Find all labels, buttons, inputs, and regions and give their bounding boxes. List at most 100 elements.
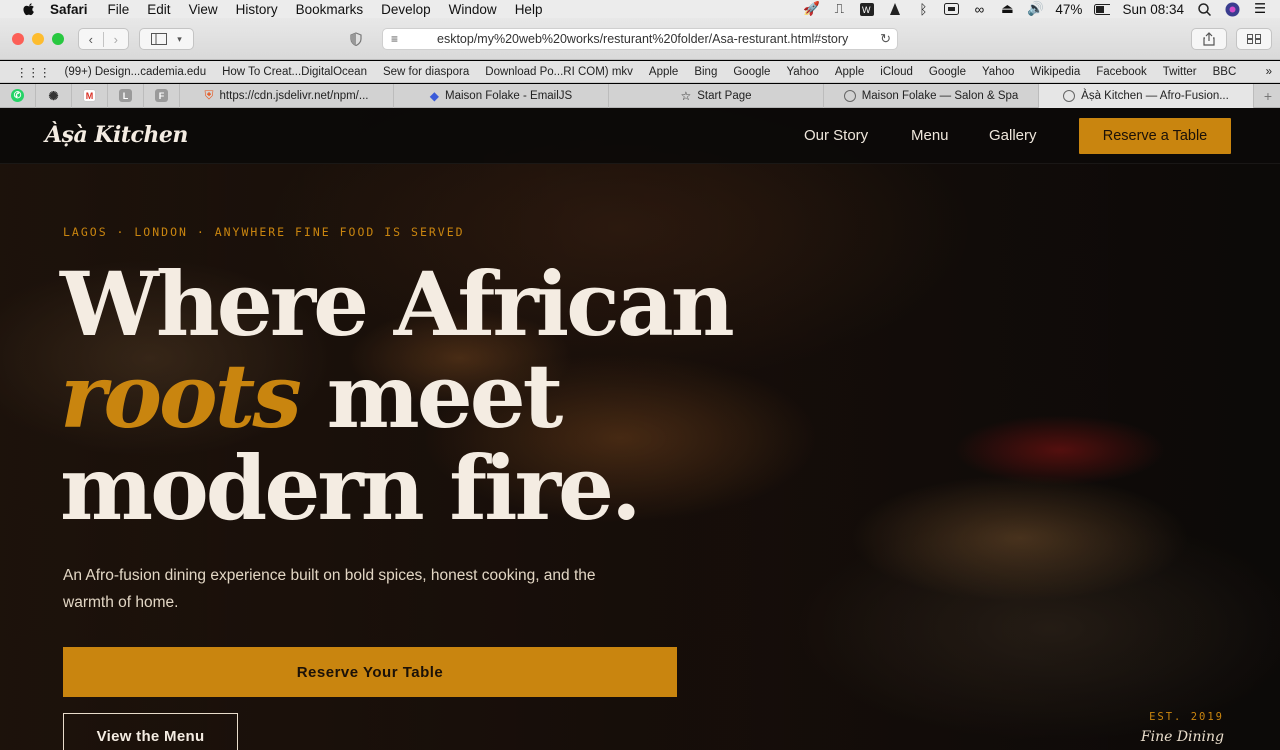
letter-f-icon: F	[155, 89, 168, 102]
rocket-icon[interactable]: 🚀	[803, 1, 820, 16]
menu-window[interactable]: Window	[449, 2, 497, 17]
bookmark-item[interactable]: Apple	[835, 66, 864, 78]
nav-menu[interactable]: Menu	[911, 127, 949, 144]
site-logo[interactable]: Àṣà Kitchen	[45, 122, 188, 148]
close-window-button[interactable]	[12, 33, 24, 45]
brave-shield-icon: ⛨	[204, 88, 214, 102]
established-label: EST. 2019	[1149, 711, 1224, 723]
bookmark-item[interactable]: Apple	[649, 66, 678, 78]
zoom-window-button[interactable]	[52, 33, 64, 45]
pinned-tab-whatsapp[interactable]: ✆	[0, 83, 36, 108]
share-icon	[1203, 32, 1215, 46]
pinned-tab-f[interactable]: F	[144, 83, 180, 108]
bookmark-item[interactable]: Google	[733, 66, 770, 78]
headline-line-2-rest: meet	[298, 344, 564, 448]
hero-subcopy: An Afro-fusion dining experience built o…	[63, 567, 596, 611]
siri-icon[interactable]	[1224, 2, 1240, 16]
creative-cloud-icon[interactable]: ∞	[971, 2, 987, 17]
shield-icon	[350, 32, 362, 46]
macos-menu-bar: Safari File Edit View History Bookmarks …	[0, 0, 1280, 18]
notification-center-icon[interactable]: ☰	[1252, 1, 1268, 16]
svg-text:W: W	[862, 5, 871, 15]
bookmark-item[interactable]: Bing	[694, 66, 717, 78]
nav-our-story[interactable]: Our Story	[804, 127, 868, 144]
bookmark-item[interactable]: Sew for diaspora	[383, 66, 469, 78]
hero-eyebrow: LAGOS · LONDON · ANYWHERE FINE FOOD IS S…	[63, 225, 465, 239]
browser-toolbar: ‹ › ▾ ≡ esktop/my%20web%20works/resturan…	[0, 18, 1280, 60]
tab-label: Àṣà Kitchen — Afro-Fusion...	[1081, 89, 1229, 102]
site-navbar: Àṣà Kitchen Our Story Menu Gallery Reser…	[0, 108, 1280, 164]
bookmark-item[interactable]: Google	[929, 66, 966, 78]
address-bar[interactable]: ≡ esktop/my%20web%20works/resturant%20fo…	[382, 28, 898, 50]
pinned-tab-gmail[interactable]: M	[72, 83, 108, 108]
tab-label: Maison Folake - EmailJS	[445, 89, 573, 102]
usb-icon[interactable]: ⎍	[831, 1, 847, 16]
minimize-window-button[interactable]	[32, 33, 44, 45]
spotlight-search-icon[interactable]	[1196, 2, 1212, 16]
bookmark-item[interactable]: Yahoo	[786, 66, 818, 78]
volume-icon[interactable]: 🔊	[1027, 1, 1044, 16]
keyboard-icon[interactable]	[943, 2, 959, 16]
new-tab-button[interactable]: +	[1256, 84, 1280, 108]
emailjs-icon: ◆	[429, 88, 440, 103]
menu-help[interactable]: Help	[515, 2, 543, 17]
bookmark-item[interactable]: Yahoo	[982, 66, 1014, 78]
apple-icon[interactable]	[22, 2, 36, 16]
reload-icon[interactable]: ↻	[880, 31, 891, 47]
forward-arrow-icon[interactable]: ›	[104, 32, 128, 47]
pinned-tab-l[interactable]: L	[108, 83, 144, 108]
menu-bookmarks[interactable]: Bookmarks	[296, 2, 364, 17]
tab-overview-icon	[1247, 34, 1261, 44]
bookmark-item[interactable]: Download Po...RI COM) mkv	[485, 66, 633, 78]
tab-maison-folake[interactable]: Maison Folake — Salon & Spa	[824, 83, 1039, 108]
tab-asa-kitchen[interactable]: Àṣà Kitchen — Afro-Fusion...	[1039, 83, 1254, 108]
whatsapp-icon: ✆	[11, 89, 24, 102]
url-text[interactable]: esktop/my%20web%20works/resturant%20fold…	[437, 32, 857, 46]
bookmark-item[interactable]: Wikipedia	[1030, 66, 1080, 78]
reserve-table-button[interactable]: Reserve a Table	[1079, 118, 1231, 154]
bookmark-item[interactable]: How To Creat...DigitalOcean	[222, 66, 367, 78]
back-arrow-icon[interactable]: ‹	[79, 31, 104, 47]
bookmark-item[interactable]: BBC	[1213, 66, 1237, 78]
share-button[interactable]	[1191, 28, 1227, 50]
battery-icon[interactable]	[1094, 2, 1111, 16]
headline-italic-word: roots	[60, 344, 302, 448]
tab-label: Start Page	[697, 89, 752, 102]
sidebar-toggle-button[interactable]: ▾	[139, 28, 194, 50]
menu-view[interactable]: View	[189, 2, 218, 17]
tab-overview-button[interactable]	[1236, 28, 1272, 50]
more-bookmarks-icon[interactable]: »	[1266, 66, 1272, 78]
menu-develop[interactable]: Develop	[381, 2, 431, 17]
bluetooth-icon[interactable]: ᛒ	[915, 2, 931, 17]
reader-icon[interactable]: ≡	[391, 32, 398, 46]
headline-line-1: Where African	[60, 252, 735, 356]
tab-jsdelivr[interactable]: ⛨ https://cdn.jsdelivr.net/npm/...	[180, 83, 394, 108]
star-icon: ☆	[680, 88, 692, 103]
vlc-icon[interactable]	[887, 2, 903, 16]
wps-icon[interactable]: W	[859, 2, 875, 16]
tab-emailjs[interactable]: ◆ Maison Folake - EmailJS	[394, 83, 609, 108]
tab-start-page[interactable]: ☆ Start Page	[609, 83, 824, 108]
battery-percentage: 47%	[1055, 1, 1083, 17]
view-menu-button[interactable]: View the Menu	[63, 713, 238, 750]
clock[interactable]: Sun 08:34	[1122, 2, 1184, 17]
letter-l-icon: L	[119, 89, 132, 102]
bookmark-item[interactable]: iCloud	[880, 66, 913, 78]
tab-label: Maison Folake — Salon & Spa	[861, 89, 1019, 102]
nav-gallery[interactable]: Gallery	[989, 127, 1037, 144]
menu-edit[interactable]: Edit	[147, 2, 170, 17]
sidebar-icon	[151, 33, 168, 45]
privacy-report-button[interactable]	[338, 28, 374, 50]
menu-app-safari[interactable]: Safari	[50, 2, 88, 17]
grid-icon[interactable]: ⋮⋮⋮	[16, 65, 51, 79]
bookmark-item[interactable]: (99+) Design...cademia.edu	[65, 66, 207, 78]
pinned-tab-chatgpt[interactable]: ✺	[36, 83, 72, 108]
bookmark-item[interactable]: Facebook	[1096, 66, 1147, 78]
headline-line-2: roots meet	[60, 350, 732, 442]
bookmark-item[interactable]: Twitter	[1163, 66, 1197, 78]
menu-file[interactable]: File	[108, 2, 130, 17]
window-controls	[12, 33, 64, 45]
reserve-your-table-button[interactable]: Reserve Your Table	[63, 647, 677, 697]
menu-history[interactable]: History	[236, 2, 278, 17]
eject-icon[interactable]: ⏏	[999, 1, 1015, 16]
